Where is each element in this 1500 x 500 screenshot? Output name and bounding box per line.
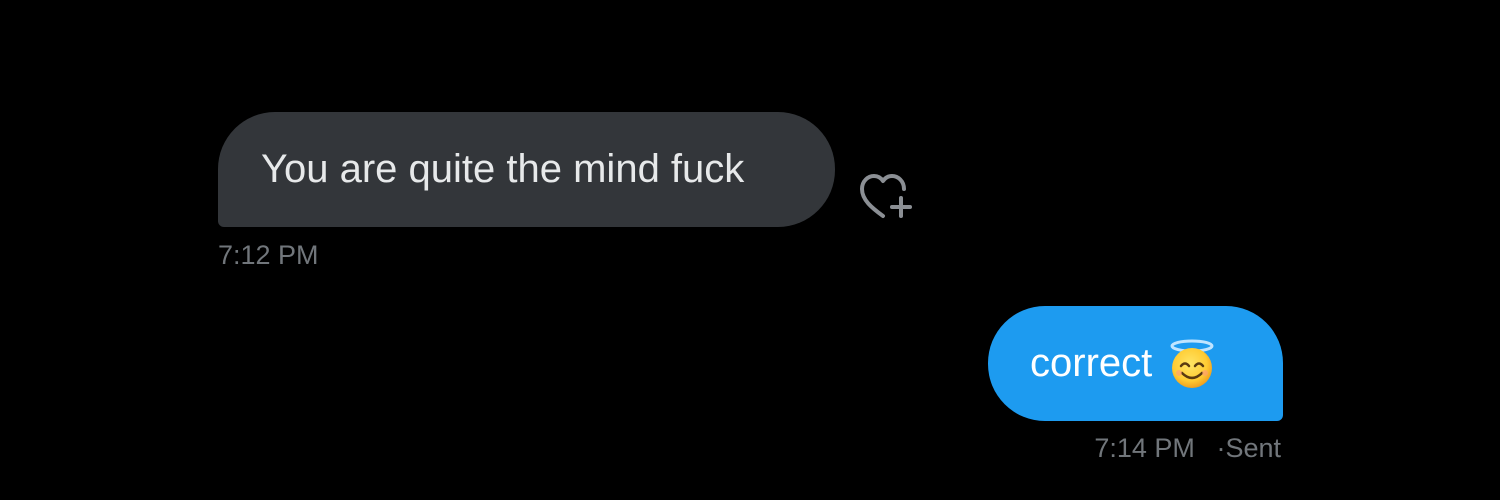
dm-conversation: You are quite the mind fuck 7:12 PM corr… xyxy=(0,0,1500,500)
smiling-face-with-halo-icon xyxy=(1170,339,1214,388)
heart-plus-icon xyxy=(860,174,912,218)
sent-message-bubble[interactable]: correct xyxy=(988,306,1283,421)
sent-message-timestamp: 7:14 PM xyxy=(1094,433,1195,463)
received-message-text: You are quite the mind fuck xyxy=(261,147,745,191)
received-message-bubble[interactable]: You are quite the mind fuck xyxy=(218,112,835,227)
sent-message-meta: 7:14 PM ·Sent xyxy=(1094,433,1281,464)
add-reaction-button[interactable] xyxy=(858,172,916,222)
sent-message-text: correct xyxy=(1030,341,1153,385)
received-message-timestamp: 7:12 PM xyxy=(218,240,319,270)
sent-status: Sent xyxy=(1225,433,1281,463)
